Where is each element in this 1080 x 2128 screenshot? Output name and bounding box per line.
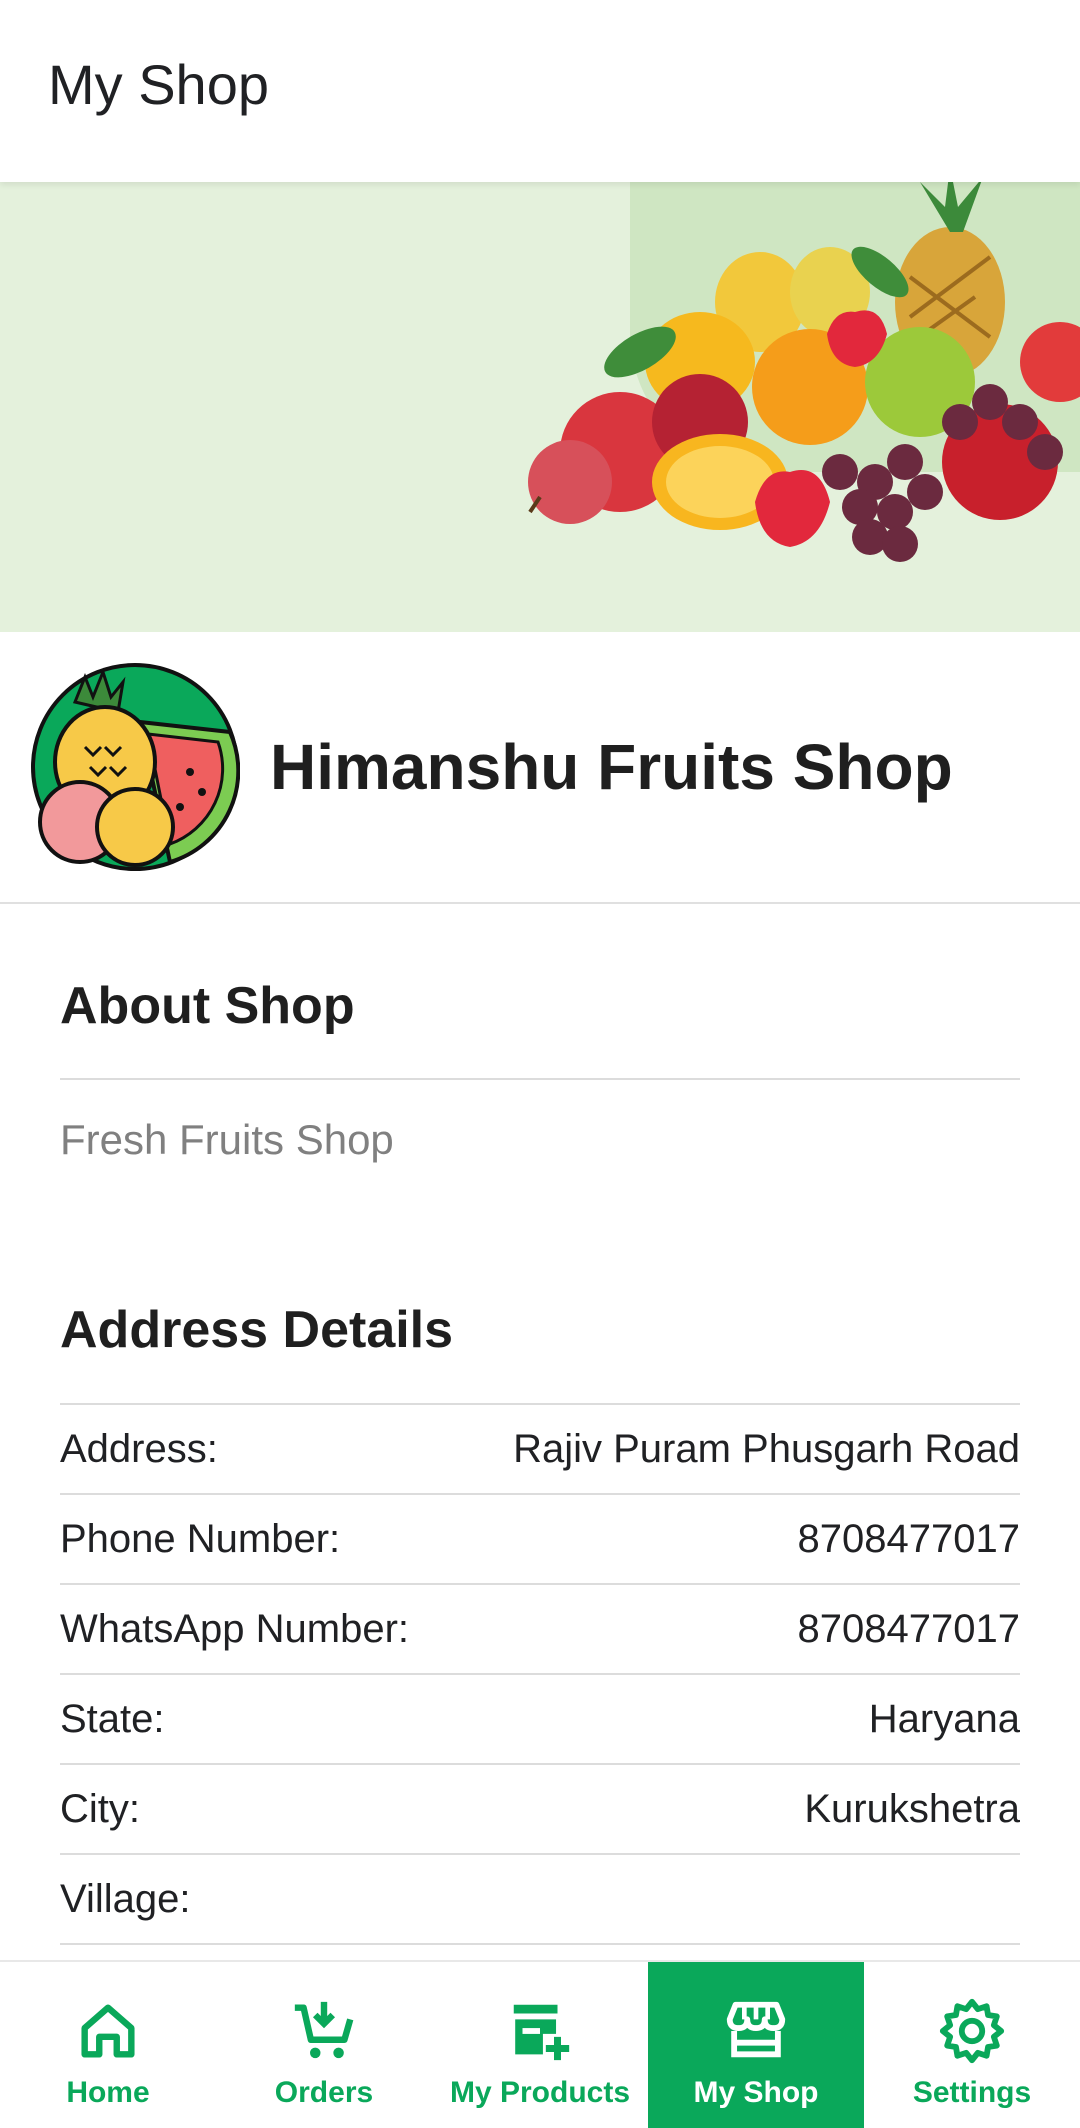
about-divider	[60, 1078, 1020, 1080]
phone-row: Phone Number: 8708477017	[60, 1495, 1020, 1585]
city-value: Kurukshetra	[804, 1786, 1020, 1831]
address-value: Rajiv Puram Phusgarh Road	[513, 1426, 1020, 1471]
state-value: Haryana	[868, 1696, 1020, 1741]
fruits-illustration	[528, 182, 1080, 562]
nav-my-shop-label: My Shop	[693, 2076, 819, 2109]
page-title: My Shop	[48, 53, 269, 116]
about-text: Fresh Fruits Shop	[60, 1116, 394, 1163]
app-bar: My Shop	[0, 0, 1080, 182]
add-product-icon	[513, 2004, 570, 2061]
address-row: Address: Rajiv Puram Phusgarh Road	[60, 1405, 1020, 1495]
cart-download-icon	[294, 2001, 354, 2059]
nav-settings-label: Settings	[912, 2076, 1032, 2109]
shop-banner-image	[0, 182, 1080, 632]
shop-name: Himanshu Fruits Shop	[270, 731, 953, 803]
nav-my-products[interactable]: My Products	[432, 1962, 648, 2128]
home-icon	[81, 2004, 135, 2058]
bottom-navigation: Home Orders My Products My Shop Settings	[0, 1960, 1080, 2128]
nav-orders-label: Orders	[274, 2076, 374, 2109]
whatsapp-value: 8708477017	[797, 1606, 1020, 1651]
address-label: Address:	[60, 1426, 218, 1471]
whatsapp-label: WhatsApp Number:	[60, 1606, 410, 1651]
village-row: Village:	[60, 1855, 1020, 1945]
shop-logo	[31, 663, 240, 871]
city-row: City: Kurukshetra	[60, 1765, 1020, 1855]
nav-my-shop[interactable]: My Shop	[648, 1962, 864, 2128]
nav-home[interactable]: Home	[0, 1962, 216, 2128]
nav-orders[interactable]: Orders	[216, 1962, 432, 2128]
village-label: Village:	[60, 1876, 191, 1921]
nav-settings[interactable]: Settings	[864, 1962, 1080, 2128]
state-label: State:	[60, 1696, 165, 1741]
phone-label: Phone Number:	[60, 1516, 341, 1561]
state-row: State: Haryana	[60, 1675, 1020, 1765]
about-heading: About Shop	[60, 977, 355, 1035]
phone-value: 8708477017	[797, 1516, 1020, 1561]
gear-icon	[939, 1998, 1005, 2064]
shop-header: Himanshu Fruits Shop	[0, 632, 1080, 904]
nav-my-products-label: My Products	[449, 2076, 631, 2109]
store-icon	[726, 2001, 786, 2058]
address-heading: Address Details	[60, 1301, 454, 1359]
whatsapp-row: WhatsApp Number: 8708477017	[60, 1585, 1020, 1675]
nav-home-label: Home	[66, 2076, 150, 2109]
city-label: City:	[60, 1786, 140, 1831]
